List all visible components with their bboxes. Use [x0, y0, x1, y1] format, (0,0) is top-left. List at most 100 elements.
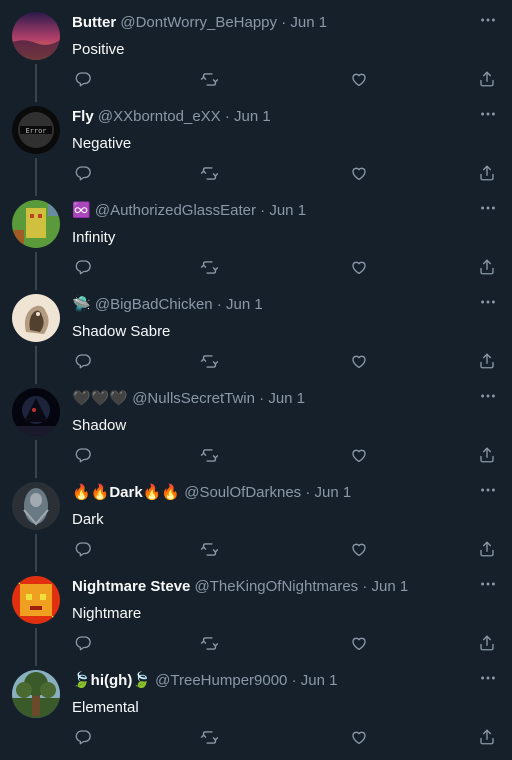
user-handle[interactable]: @TreeHumper9000 [155, 672, 287, 689]
display-name[interactable]: Butter [72, 14, 116, 31]
tweet[interactable]: Nightmare Steve @TheKingOfNightmares · J… [0, 564, 512, 658]
share-icon[interactable] [478, 258, 498, 278]
thread-line [35, 628, 37, 658]
retweet-icon[interactable] [200, 728, 220, 748]
share-icon[interactable] [478, 164, 498, 184]
like-icon[interactable] [350, 164, 370, 184]
like-icon[interactable] [350, 258, 370, 278]
retweet-icon[interactable] [200, 352, 220, 372]
retweet-icon[interactable] [200, 164, 220, 184]
tweet-feed: Butter @DontWorry_BeHappy · Jun 1 Positiv… [0, 0, 512, 752]
display-name[interactable]: 🔥🔥Dark🔥🔥 [72, 484, 180, 501]
tweet-date[interactable]: Jun 1 [372, 578, 409, 595]
thread-line [35, 376, 37, 384]
tweet-date[interactable]: Jun 1 [315, 484, 352, 501]
tweet[interactable]: Butter @DontWorry_BeHappy · Jun 1 Positiv… [0, 0, 512, 94]
tweet[interactable]: 🔥🔥Dark🔥🔥 @SoulOfDarknes · Jun 1 Dark [0, 470, 512, 564]
user-handle[interactable]: @TheKingOfNightmares [195, 578, 359, 595]
user-handle[interactable]: @DontWorry_BeHappy [120, 14, 277, 31]
tweet-date[interactable]: Jun 1 [268, 390, 305, 407]
reply-icon[interactable] [74, 634, 94, 654]
avatar[interactable] [12, 388, 60, 436]
more-options-icon[interactable] [478, 104, 498, 124]
separator-dot: · [362, 578, 368, 595]
like-icon[interactable] [350, 446, 370, 466]
more-options-icon[interactable] [478, 574, 498, 594]
display-name[interactable]: ♾️ [72, 202, 91, 219]
like-icon[interactable] [350, 634, 370, 654]
tweet-header: 🔥🔥Dark🔥🔥 @SoulOfDarknes · Jun 1 [72, 484, 472, 502]
more-options-icon[interactable] [478, 198, 498, 218]
display-name[interactable]: 🛸 [72, 296, 91, 313]
reply-icon[interactable] [74, 258, 94, 278]
more-options-icon[interactable] [478, 480, 498, 500]
more-options-icon[interactable] [478, 292, 498, 312]
tweet-date[interactable]: Jun 1 [269, 202, 306, 219]
tweet-date[interactable]: Jun 1 [301, 672, 338, 689]
tweet-date[interactable]: Jun 1 [234, 108, 271, 125]
retweet-icon[interactable] [200, 446, 220, 466]
share-icon[interactable] [478, 352, 498, 372]
tweet-date[interactable]: Jun 1 [226, 296, 263, 313]
tweet-actions [72, 70, 500, 92]
reply-icon[interactable] [74, 728, 94, 748]
tweet-text: Infinity [72, 229, 116, 246]
display-name[interactable]: 🍃hi(gh)🍃 [72, 672, 151, 689]
tweet[interactable]: 🛸 @BigBadChicken · Jun 1 Shadow Sabre [0, 282, 512, 376]
like-icon[interactable] [350, 540, 370, 560]
retweet-icon[interactable] [200, 70, 220, 90]
share-icon[interactable] [478, 728, 498, 748]
user-handle[interactable]: @XXborntod_eXX [98, 108, 221, 125]
share-icon[interactable] [478, 540, 498, 560]
tweet[interactable]: ♾️ @AuthorizedGlassEater · Jun 1 Infinity [0, 188, 512, 282]
chicken-avatar-icon [12, 294, 60, 342]
display-name[interactable]: Fly [72, 108, 94, 125]
more-options-icon[interactable] [478, 10, 498, 30]
reply-icon[interactable] [74, 70, 94, 90]
tweet-header: 🛸 @BigBadChicken · Jun 1 [72, 296, 472, 314]
avatar[interactable] [12, 294, 60, 342]
user-handle[interactable]: @BigBadChicken [95, 296, 213, 313]
tweet-date[interactable]: Jun 1 [290, 14, 327, 31]
more-options-icon[interactable] [478, 668, 498, 688]
like-icon[interactable] [350, 70, 370, 90]
user-handle[interactable]: @AuthorizedGlassEater [95, 202, 256, 219]
tweet[interactable]: 🍃hi(gh)🍃 @TreeHumper9000 · Jun 1 Elementa… [0, 658, 512, 752]
tweet-text: Positive [72, 41, 125, 58]
display-name[interactable]: 🖤🖤🖤 [72, 390, 128, 407]
reply-icon[interactable] [74, 446, 94, 466]
avatar[interactable] [12, 12, 60, 60]
tweet-actions [72, 352, 500, 374]
reply-icon[interactable] [74, 540, 94, 560]
avatar[interactable] [12, 200, 60, 248]
tweet-text: Elemental [72, 699, 139, 716]
sunset-avatar-icon [12, 12, 60, 60]
avatar[interactable] [12, 482, 60, 530]
retweet-icon[interactable] [200, 540, 220, 560]
tweet[interactable]: 🖤🖤🖤 @NullsSecretTwin · Jun 1 Shadow [0, 376, 512, 470]
separator-dot: · [291, 672, 297, 689]
tweet-text: Shadow Sabre [72, 323, 171, 340]
separator-dot: · [224, 108, 230, 125]
reply-icon[interactable] [74, 352, 94, 372]
user-handle[interactable]: @SoulOfDarknes [184, 484, 301, 501]
more-options-icon[interactable] [478, 386, 498, 406]
tweet[interactable]: Error Fly @XXborntod_eXX · Jun 1 Negative [0, 94, 512, 188]
user-handle[interactable]: @NullsSecretTwin [132, 390, 255, 407]
thread-line [35, 534, 37, 564]
display-name[interactable]: Nightmare Steve [72, 578, 190, 595]
avatar[interactable] [12, 670, 60, 718]
avatar[interactable] [12, 576, 60, 624]
retweet-icon[interactable] [200, 634, 220, 654]
avatar[interactable]: Error [12, 106, 60, 154]
tweet-text: Negative [72, 135, 132, 152]
like-icon[interactable] [350, 728, 370, 748]
share-icon[interactable] [478, 70, 498, 90]
share-icon[interactable] [478, 634, 498, 654]
like-icon[interactable] [350, 352, 370, 372]
share-icon[interactable] [478, 446, 498, 466]
retweet-icon[interactable] [200, 258, 220, 278]
tweet-header: ♾️ @AuthorizedGlassEater · Jun 1 [72, 202, 472, 220]
reply-icon[interactable] [74, 164, 94, 184]
tweet-header: Butter @DontWorry_BeHappy · Jun 1 [72, 14, 472, 32]
